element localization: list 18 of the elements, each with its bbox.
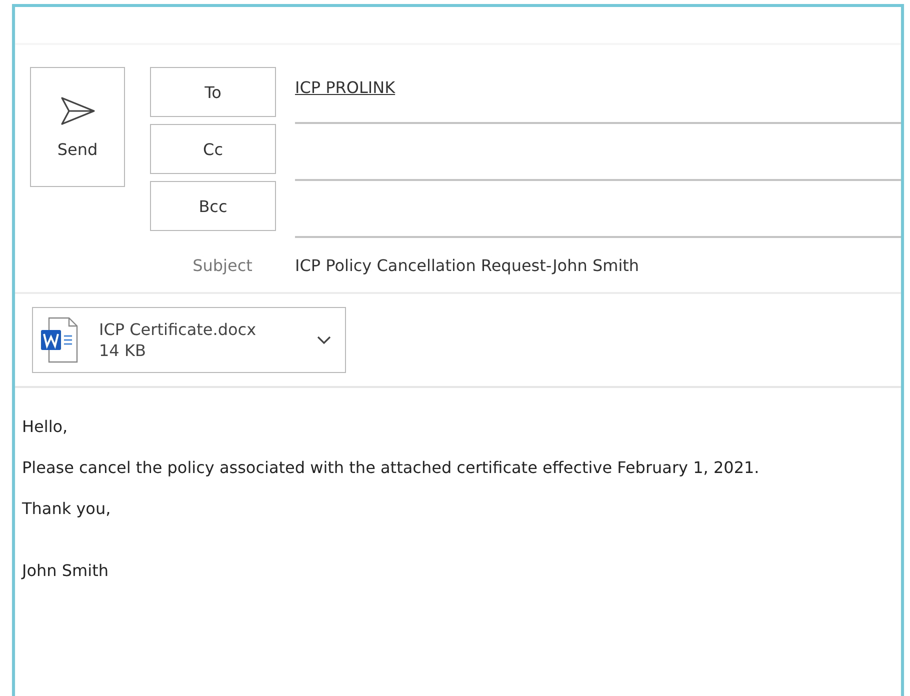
message-paragraph: Thank you,: [22, 498, 112, 519]
recipient-link[interactable]: ICP PROLINK: [295, 78, 396, 96]
address-button[interactable]: Cc: [150, 124, 276, 174]
address-button[interactable]: Bcc: [150, 181, 276, 231]
send-icon: [60, 96, 96, 126]
subject-label: Subject: [192, 256, 254, 274]
message-paragraph: John Smith: [22, 560, 110, 581]
subject-field[interactable]: ICP Policy Cancellation Request-John Smith: [295, 256, 640, 274]
message-paragraph: Hello,: [22, 416, 69, 437]
address-field[interactable]: ICP PROLINK: [295, 67, 901, 124]
address-button[interactable]: To: [150, 67, 276, 117]
attachment-card[interactable]: ICP Certificate.docx 14 KB: [32, 307, 346, 373]
chevron-down-icon[interactable]: [317, 336, 331, 344]
send-button[interactable]: Send: [30, 67, 125, 187]
word-document-icon: [39, 316, 79, 364]
attachment-size: 14 KB: [99, 341, 147, 360]
attachment-name: ICP Certificate.docx: [99, 320, 258, 339]
message-paragraph: Please cancel the policy associated with the attached certificate effective February 1, 2021.: [22, 457, 760, 478]
